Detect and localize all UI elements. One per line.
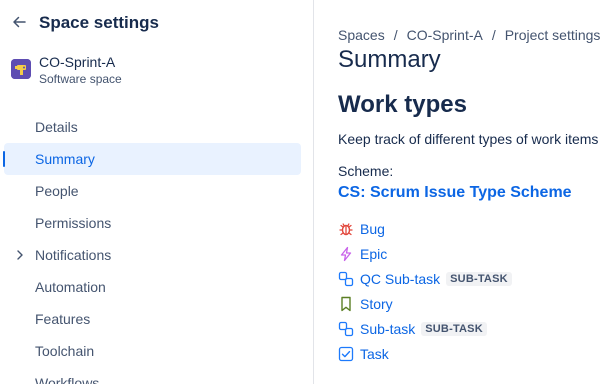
sidebar-item-label: People [35, 183, 79, 199]
sidebar-item-label: Summary [35, 151, 95, 167]
sidebar-item-label: Features [35, 311, 91, 327]
space-card: CO-Sprint-A Software space [0, 46, 314, 96]
breadcrumb-space[interactable]: CO-Sprint-A [407, 27, 483, 43]
subtask-icon [338, 321, 354, 337]
space-logo-icon [11, 59, 31, 79]
section-title: Work types [338, 91, 467, 118]
breadcrumb-project-settings[interactable]: Project settings [505, 27, 601, 43]
sidebar-item-label: Toolchain [35, 343, 95, 359]
sidebar-item-label: Workflows [35, 375, 100, 384]
work-type-row: Epic [338, 241, 606, 266]
work-type-row: Task [338, 341, 606, 366]
work-type-row: Sub-task SUB-TASK [338, 316, 606, 341]
work-type-row: Bug [338, 216, 606, 241]
sidebar-header: Space settings [0, 0, 314, 46]
lightning-icon [338, 246, 354, 262]
sidebar-item-automation[interactable]: Automation [0, 271, 314, 303]
work-type-row: QC Sub-task SUB-TASK [338, 266, 606, 291]
subtask-badge: SUB-TASK [421, 321, 487, 336]
back-button[interactable] [9, 12, 29, 32]
breadcrumb-spaces[interactable]: Spaces [338, 27, 385, 43]
work-type-link[interactable]: Sub-task [360, 321, 415, 337]
scheme-label: Scheme: [338, 163, 394, 179]
sidebar-nav: Details Summary People Permissions Notif… [0, 111, 314, 384]
space-type: Software space [39, 72, 122, 86]
bug-icon [338, 221, 354, 237]
work-type-link[interactable]: QC Sub-task [360, 271, 440, 287]
work-type-link[interactable]: Task [360, 346, 389, 362]
sidebar-item-permissions[interactable]: Permissions [0, 207, 314, 239]
sidebar-title: Space settings [39, 13, 159, 32]
checkbox-icon [338, 346, 354, 362]
sidebar-item-workflows[interactable]: Workflows [0, 367, 314, 384]
sidebar-item-features[interactable]: Features [0, 303, 314, 335]
subtask-icon [338, 271, 354, 287]
breadcrumb: Spaces / CO-Sprint-A / Project settings [338, 27, 600, 43]
scheme-link[interactable]: CS: Scrum Issue Type Scheme [338, 184, 572, 202]
work-type-link[interactable]: Bug [360, 221, 385, 237]
sidebar-item-label: Notifications [35, 247, 112, 263]
sidebar: Space settings CO-Sprint-A Software spac… [0, 0, 314, 384]
sidebar-item-details[interactable]: Details [0, 111, 314, 143]
sidebar-item-label: Details [35, 119, 78, 135]
chevron-right-icon[interactable] [14, 248, 26, 262]
work-type-row: Story [338, 291, 606, 316]
sidebar-item-label: Automation [35, 279, 106, 295]
breadcrumb-separator: / [491, 27, 496, 43]
section-description: Keep track of different types of work it… [338, 131, 599, 147]
bookmark-icon [338, 296, 354, 312]
subtask-badge: SUB-TASK [446, 271, 512, 286]
arrow-left-icon [13, 16, 26, 28]
breadcrumb-separator: / [393, 27, 398, 43]
main-content: Spaces / CO-Sprint-A / Project settings Summ… [314, 0, 606, 384]
space-avatar [11, 59, 31, 79]
space-name: CO-Sprint-A [39, 54, 116, 70]
sidebar-item-summary[interactable]: Summary [3, 143, 301, 175]
sidebar-item-people[interactable]: People [0, 175, 314, 207]
sidebar-item-notifications[interactable]: Notifications [0, 239, 314, 271]
work-type-link[interactable]: Story [360, 296, 393, 312]
work-type-link[interactable]: Epic [360, 246, 387, 262]
sidebar-item-label: Permissions [35, 215, 112, 231]
page-title: Summary [338, 46, 441, 73]
sidebar-item-toolchain[interactable]: Toolchain [0, 335, 314, 367]
work-types-list: Bug Epic QC Sub-task SUB-TASK Story Sub-… [338, 216, 606, 366]
